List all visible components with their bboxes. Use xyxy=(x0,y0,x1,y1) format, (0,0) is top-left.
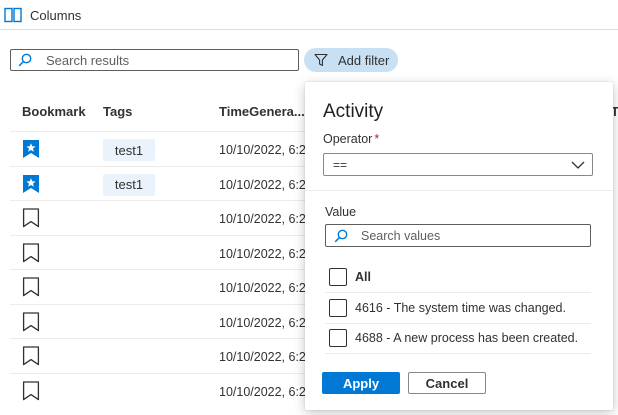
time-cell: 10/10/2022, 6:2 xyxy=(219,315,306,330)
operator-label: Operator * xyxy=(323,132,379,146)
add-filter-label: Add filter xyxy=(338,52,390,68)
option-label: All xyxy=(355,270,371,284)
bookmark-outline-icon[interactable] xyxy=(22,208,40,228)
operator-dropdown[interactable]: == xyxy=(323,153,593,176)
option-divider xyxy=(325,353,591,354)
option-label: 4688 - A new process has been created. xyxy=(355,331,579,345)
tag-chip: test1 xyxy=(103,173,155,196)
row-divider xyxy=(10,372,310,374)
bookmark-filled-icon[interactable] xyxy=(22,174,40,194)
search-box xyxy=(10,49,299,71)
apply-button[interactable]: Apply xyxy=(322,372,400,394)
search-input[interactable] xyxy=(46,52,286,68)
columns-label: Columns xyxy=(30,7,82,23)
tag-chip: test1 xyxy=(103,139,155,161)
value-search-input[interactable] xyxy=(361,228,581,243)
time-cell: 10/10/2022, 6:2 xyxy=(219,177,306,192)
row-divider xyxy=(10,269,310,270)
divider xyxy=(305,190,613,191)
time-cell: 10/10/2022, 6:2 xyxy=(219,350,306,364)
bookmark-outline-icon[interactable] xyxy=(22,380,40,401)
row-divider xyxy=(10,200,310,201)
filter-panel: Activity Operator* == Value All 4616 - T… xyxy=(305,82,613,410)
bookmark-filled-icon[interactable] xyxy=(22,139,40,159)
option-divider xyxy=(325,323,591,324)
checkbox[interactable] xyxy=(329,268,347,286)
time-cell: 10/10/2022, 6:2 xyxy=(219,246,306,261)
column-header-bookmark[interactable]: Bookmark xyxy=(22,104,86,119)
value-label: Value xyxy=(325,205,357,219)
row-divider xyxy=(10,165,310,167)
checkbox[interactable] xyxy=(329,329,347,347)
time-cell: 10/10/2022, 6:2 xyxy=(219,384,306,399)
panel-title: Activity xyxy=(323,101,384,122)
bookmark-outline-icon[interactable] xyxy=(22,311,40,332)
option-divider xyxy=(325,292,591,293)
search-icon xyxy=(18,53,32,67)
required-mark: * xyxy=(374,132,380,146)
operator-label-text: Operator xyxy=(323,132,373,146)
time-cell: 10/10/2022, 6:2 xyxy=(219,281,306,295)
bookmark-outline-icon[interactable] xyxy=(22,242,40,263)
search-icon xyxy=(334,229,348,242)
bookmark-outline-icon[interactable] xyxy=(22,346,40,366)
toolbar: Columns xyxy=(0,0,618,30)
operator-value: == xyxy=(333,157,348,172)
row-divider xyxy=(10,131,310,132)
filter-icon xyxy=(314,53,328,67)
columns-button[interactable]: Columns xyxy=(4,5,81,25)
row-divider xyxy=(10,234,310,236)
bookmark-outline-icon[interactable] xyxy=(22,277,40,297)
option-label: 4616 - The system time was changed. xyxy=(355,301,566,315)
add-filter-button[interactable]: Add filter xyxy=(304,48,398,72)
value-search-box xyxy=(325,224,591,247)
option-4688[interactable]: 4688 - A new process has been created. xyxy=(329,326,591,350)
checkbox[interactable] xyxy=(329,299,347,317)
chevron-down-icon xyxy=(571,161,585,169)
columns-icon xyxy=(4,7,22,23)
time-cell: 10/10/2022, 6:2 xyxy=(219,143,306,157)
option-4616[interactable]: 4616 - The system time was changed. xyxy=(329,296,591,320)
column-header-tags[interactable]: Tags xyxy=(103,104,132,119)
cancel-button[interactable]: Cancel xyxy=(408,372,486,394)
time-cell: 10/10/2022, 6:2 xyxy=(219,212,306,226)
option-all[interactable]: All xyxy=(329,265,591,289)
column-header-timegenerated[interactable]: TimeGenera... xyxy=(219,104,305,119)
row-divider xyxy=(10,338,310,339)
row-divider xyxy=(10,303,310,305)
